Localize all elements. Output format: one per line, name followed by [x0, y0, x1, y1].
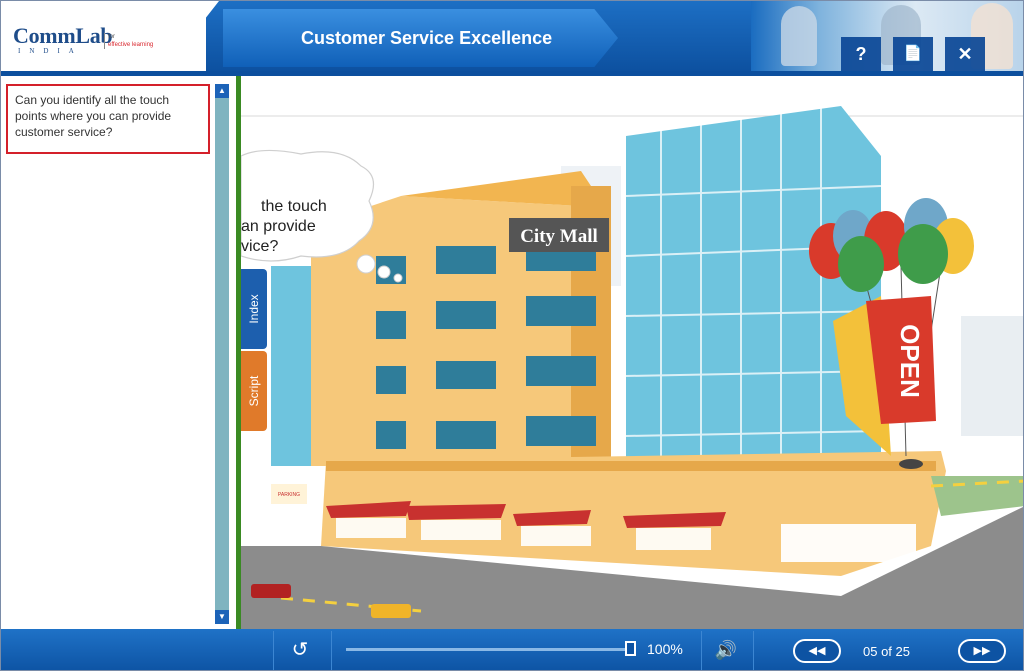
- open-sign: OPEN: [895, 324, 925, 398]
- player-controls: ↺ 100% 🔊 ◀◀ 05 of 25 ▶▶: [1, 629, 1023, 670]
- logo-slant: [161, 1, 219, 75]
- parking-sign: PARKING: [278, 492, 300, 498]
- logo-tagline-text: effective learning: [108, 42, 154, 48]
- logo-for: for: [108, 34, 116, 40]
- transcript-panel: Can you identify all the touch points wh…: [1, 76, 236, 629]
- header-bar: Customer Service Excellence CommLab INDI…: [1, 1, 1023, 75]
- logo-subtitle: INDIA: [18, 47, 83, 55]
- footer-divider: [331, 631, 332, 670]
- scroll-down-icon[interactable]: ▼: [215, 610, 229, 624]
- tab-script-label: Script: [247, 375, 261, 407]
- course-title: Customer Service Excellence: [301, 28, 553, 48]
- scroll-up-icon[interactable]: ▲: [215, 84, 229, 98]
- bubble-line-3: vice?: [241, 238, 278, 255]
- footer-divider: [753, 631, 754, 670]
- photo-figure: [781, 6, 817, 66]
- notes-button[interactable]: 📄: [893, 37, 933, 71]
- zoom-level: 100%: [647, 641, 683, 657]
- progress-track[interactable]: [346, 648, 626, 651]
- previous-button[interactable]: ◀◀: [793, 639, 841, 663]
- bubble-line-1: the touch: [261, 198, 327, 215]
- footer-divider: [273, 631, 274, 670]
- bubble-line-2: an provide: [241, 218, 316, 235]
- lesson-scene: City Mall PARKING OPEN the touch an prov…: [241, 76, 1023, 629]
- help-button[interactable]: ?: [841, 37, 881, 71]
- panel-scrollbar[interactable]: ▲ ▼: [215, 84, 229, 624]
- tab-index-label: Index: [247, 294, 261, 324]
- city-mall-illustration: City Mall PARKING OPEN the touch an prov…: [241, 106, 1023, 629]
- logo: CommLab: [13, 23, 113, 48]
- tab-script[interactable]: Script: [241, 351, 267, 431]
- page-indicator: 05 of 25: [863, 644, 910, 659]
- logo-tagline: for effective learning: [104, 33, 153, 49]
- replay-icon[interactable]: ↺: [285, 633, 315, 667]
- next-button[interactable]: ▶▶: [958, 639, 1006, 663]
- app-window: Customer Service Excellence CommLab INDI…: [0, 0, 1024, 671]
- close-button[interactable]: ✕: [945, 37, 985, 71]
- footer-divider: [701, 631, 702, 670]
- tab-index[interactable]: Index: [241, 269, 267, 349]
- progress-thumb[interactable]: [625, 641, 636, 656]
- mall-sign: City Mall: [520, 226, 598, 247]
- volume-icon[interactable]: 🔊: [711, 635, 741, 665]
- question-text: Can you identify all the touch points wh…: [6, 84, 210, 154]
